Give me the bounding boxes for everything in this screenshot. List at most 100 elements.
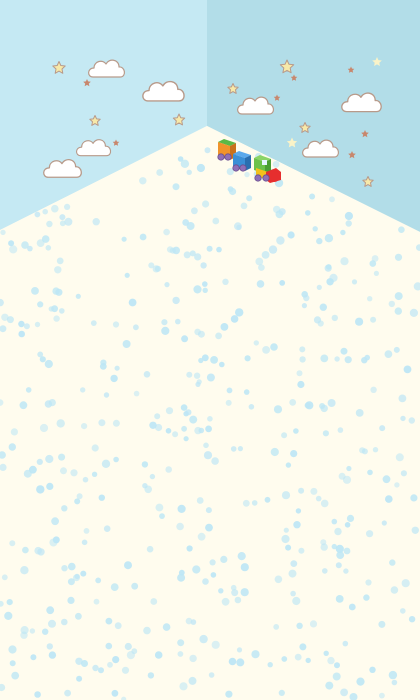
floor-dot (344, 211, 353, 221)
floor-dot (200, 262, 207, 269)
floor-dot (255, 257, 264, 266)
floor-dot (278, 689, 285, 697)
floor-dot (42, 628, 49, 635)
floor-dot (6, 599, 13, 606)
floor-dot (159, 513, 165, 519)
floor-dot (193, 372, 201, 379)
floor-dot (139, 233, 147, 241)
floor-dot (144, 485, 152, 494)
floor-dot (398, 394, 407, 403)
floor-dot (369, 666, 376, 673)
floor-dot (369, 260, 377, 267)
floor-dot (283, 527, 289, 533)
floor-dot (340, 688, 348, 697)
floor-dot (246, 195, 253, 202)
floor-dot (149, 473, 156, 480)
floor-dot (56, 419, 65, 428)
floor-dot (165, 466, 172, 473)
floor-dot (91, 444, 99, 452)
floor-dot (36, 485, 45, 494)
floor-dot (64, 689, 71, 697)
floor-dot (389, 559, 396, 566)
floor-dot (83, 528, 90, 534)
floor-dot (390, 586, 399, 594)
floor-dot (365, 579, 372, 586)
floor-dot (31, 287, 39, 295)
floor-dot (196, 497, 204, 504)
floor-dot (281, 534, 290, 544)
floor-dot (388, 300, 395, 308)
floor-dot (356, 677, 365, 686)
floor-dot (400, 415, 406, 422)
floor-dot (186, 169, 192, 175)
floor-dot (21, 241, 29, 249)
floor-dot (236, 224, 242, 231)
floor-dot (281, 656, 288, 662)
floor-dot (301, 291, 309, 298)
floor-dot (400, 470, 407, 477)
floor-dot (143, 626, 151, 635)
floor-dot (169, 247, 176, 254)
floor-dot (181, 425, 188, 432)
floor-dot (124, 561, 132, 570)
floor-dot (52, 536, 60, 544)
floor-dot (64, 217, 73, 226)
floor-dot (61, 565, 68, 572)
floor-dot (131, 648, 138, 655)
floor-dot (316, 237, 323, 245)
floor-dot (190, 619, 197, 625)
floor-dot (0, 229, 6, 236)
floor-dot (340, 257, 349, 266)
floor-dot (230, 315, 239, 323)
floor-dot (281, 432, 288, 439)
floor-dot (172, 296, 180, 305)
floor-dot (299, 643, 307, 651)
floor-dot (165, 407, 174, 415)
floor-dot (155, 503, 164, 512)
floor-dot (191, 207, 198, 215)
floor-dot (42, 208, 48, 215)
floor-dot (103, 525, 111, 532)
floor-dot (91, 471, 98, 477)
floor-dot (382, 475, 391, 484)
floor-dot (268, 245, 278, 254)
floor-dot (220, 555, 228, 564)
floor-dot (154, 265, 161, 272)
floor-dot (234, 596, 242, 604)
floor-dot (175, 318, 181, 325)
floor-dot (237, 552, 246, 561)
floor-dot (178, 569, 185, 576)
floor-dot (64, 203, 71, 210)
floor-dot (344, 356, 352, 364)
floor-dot (147, 672, 155, 679)
floor-dot (48, 399, 56, 407)
floor-dot (75, 657, 83, 665)
floor-dot (177, 504, 186, 513)
floor-dot (197, 532, 206, 541)
floor-dot (331, 314, 338, 322)
floor-dot (4, 611, 13, 621)
floor-dot (75, 612, 82, 620)
floor-dot (210, 572, 217, 578)
floor-dot (285, 462, 292, 468)
floor-dot (30, 654, 37, 661)
floor-dot (327, 656, 335, 665)
floor-dot (381, 520, 387, 526)
floor-dot (103, 392, 110, 398)
floor-dot (156, 169, 164, 176)
floor-dot (189, 250, 196, 257)
floor-dot (216, 246, 222, 253)
floor-dot (75, 293, 81, 299)
floor-dot (183, 436, 189, 442)
floor-dot (165, 428, 172, 434)
floor-dot (51, 204, 59, 213)
floor-dot (331, 518, 338, 525)
floor-dot (385, 495, 393, 503)
floor-dot (207, 416, 213, 422)
floor-dot (395, 453, 404, 462)
floor-dot (37, 351, 44, 358)
floor-dot (221, 597, 230, 606)
floor-dot (279, 280, 286, 286)
floor-dot (161, 319, 168, 326)
floor-dot (344, 522, 351, 528)
